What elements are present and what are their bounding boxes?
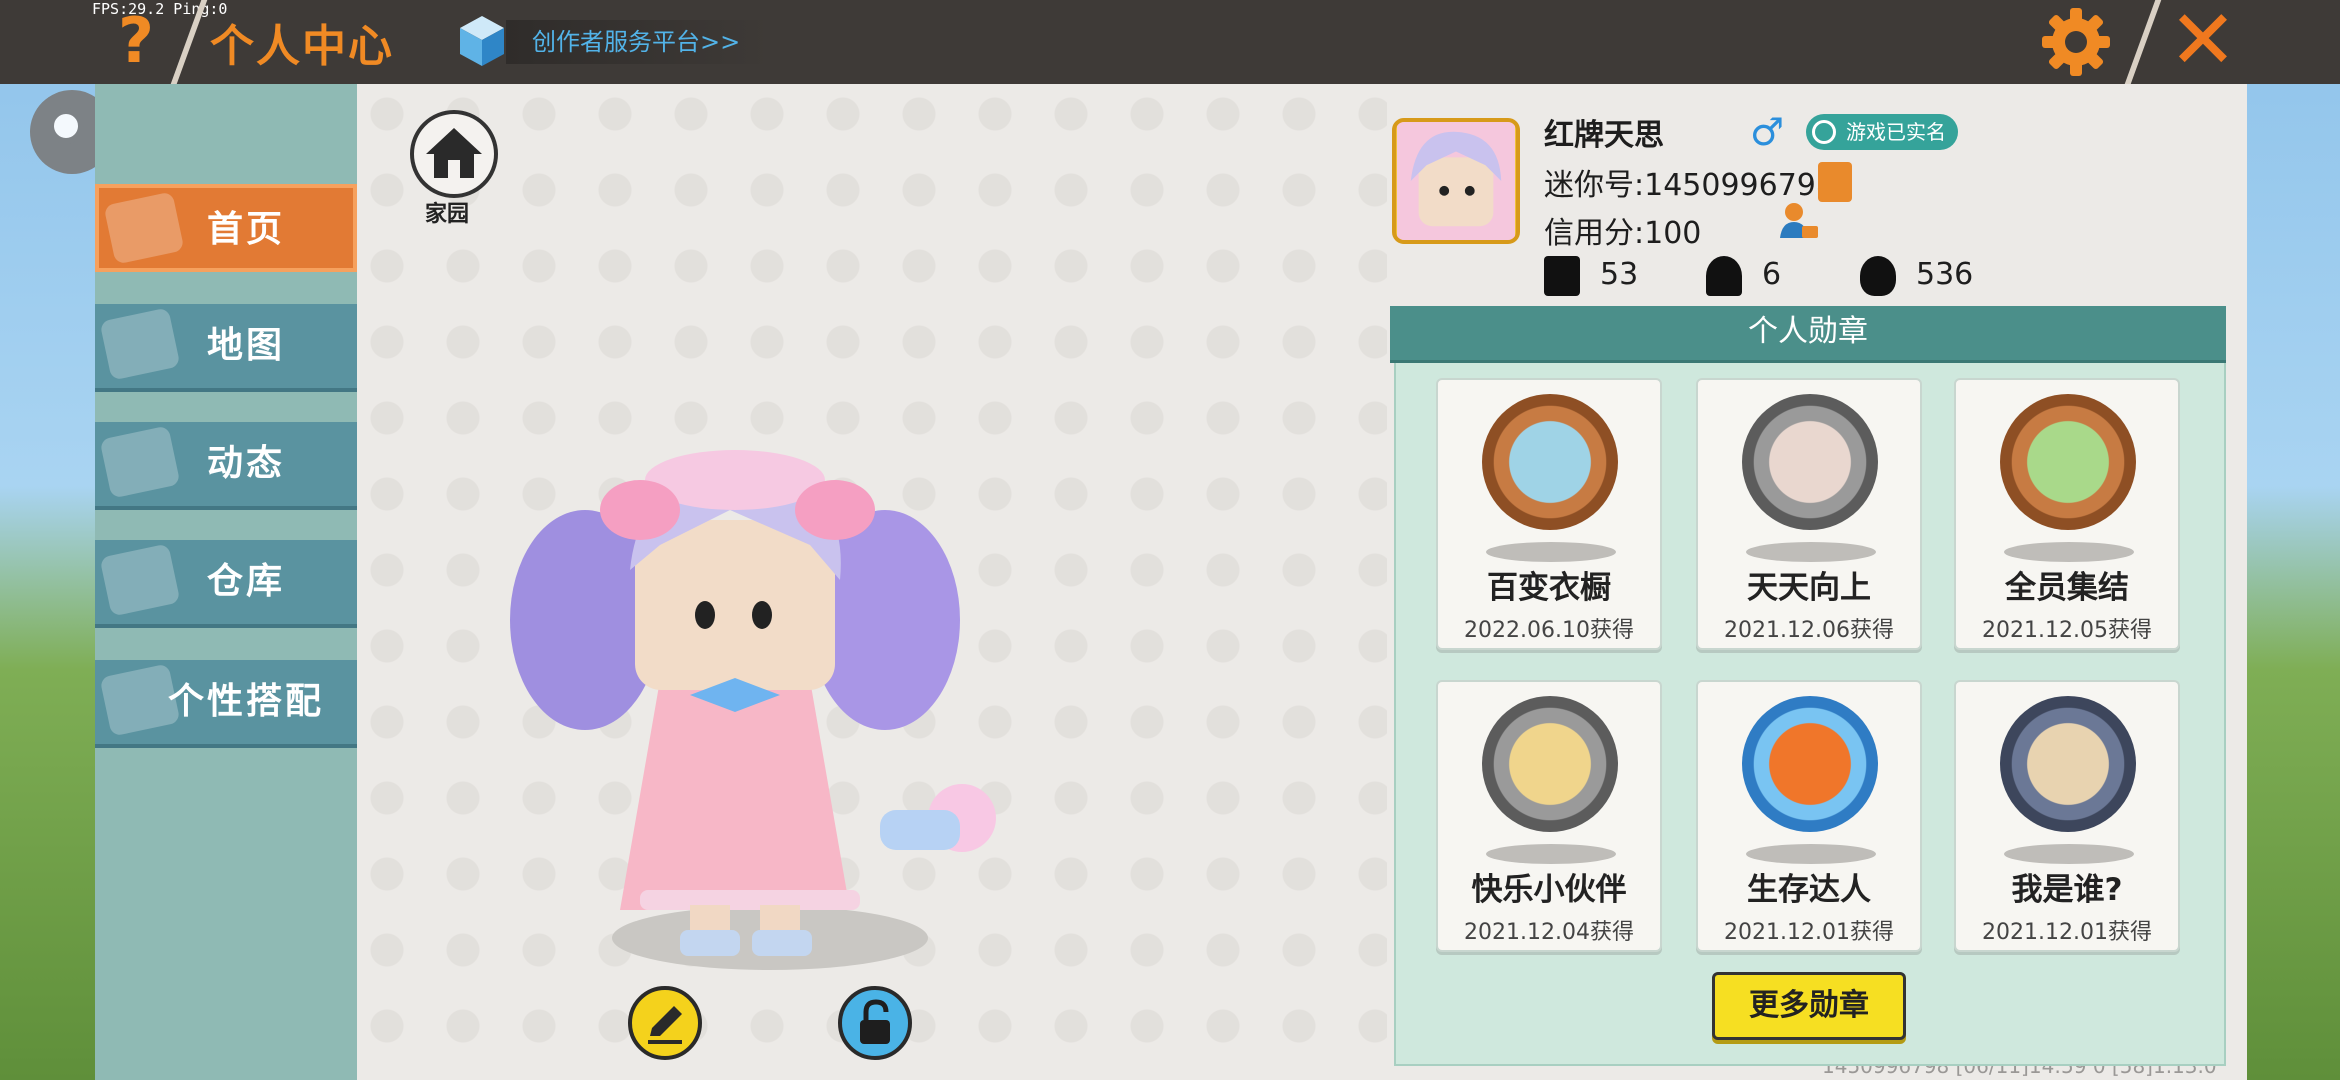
credit-score: 信用分:100 <box>1544 216 1702 251</box>
profile-name: 红牌天思 <box>1544 118 1664 153</box>
outfit-icon <box>99 663 181 737</box>
sidebar-item-home[interactable]: 首页 <box>95 184 357 272</box>
person-card-icon[interactable] <box>1778 200 1820 242</box>
medal-card[interactable]: 百变衣橱 2022.06.10获得 <box>1436 378 1662 650</box>
sidebar-item-label: 仓库 <box>206 561 285 602</box>
medal-card[interactable]: 生存达人 2021.12.01获得 <box>1696 680 1922 952</box>
medal-date: 2021.12.04获得 <box>1464 920 1634 945</box>
sidebar-item-label: 地图 <box>206 325 285 366</box>
avatar-character[interactable] <box>490 450 1010 970</box>
medal-shadow <box>2004 542 2134 562</box>
realname-badge: 游戏已实名 <box>1806 114 1958 150</box>
home-label: 家园 <box>425 202 470 227</box>
map-icon <box>99 307 181 381</box>
medal-date: 2021.12.05获得 <box>1982 618 2152 643</box>
medal-card[interactable]: 快乐小伙伴 2021.12.04获得 <box>1436 680 1662 952</box>
medal-shadow <box>2004 844 2134 864</box>
cube-icon <box>460 16 504 66</box>
profile-avatar[interactable] <box>1392 118 1520 244</box>
bookmark-plus-icon <box>1544 255 1580 296</box>
sidebar-item-label: 首页 <box>206 209 285 250</box>
lock-button[interactable] <box>838 986 912 1060</box>
medal-name: 生存达人 <box>1747 872 1871 908</box>
medal-card[interactable]: 我是谁? 2021.12.01获得 <box>1954 680 2180 952</box>
sidebar-item-feed[interactable]: 动态 <box>95 422 357 510</box>
wardrobe-medal-icon <box>1482 394 1618 530</box>
heat-count: 536 <box>1916 257 1974 292</box>
medal-card[interactable]: 天天向上 2021.12.06获得 <box>1696 378 1922 650</box>
medal-name: 百变衣橱 <box>1487 570 1611 606</box>
sidebar-item-label: 个性搭配 <box>167 681 324 722</box>
medal-shadow <box>1486 542 1616 562</box>
medal-shadow <box>1486 844 1616 864</box>
sidebar-item-storage[interactable]: 仓库 <box>95 540 357 628</box>
edit-button[interactable] <box>628 986 702 1060</box>
warehouse-icon <box>99 543 181 617</box>
close-x-icon[interactable]: ✕ <box>2168 0 2238 82</box>
male-icon: ♂ <box>1750 110 1785 154</box>
medal-date: 2021.12.06获得 <box>1724 618 1894 643</box>
medal-name: 我是谁? <box>2011 872 2123 908</box>
heat-stat: 536 <box>1860 252 1973 298</box>
copy-icon[interactable] <box>1818 162 1852 202</box>
sidebar-item-outfit[interactable]: 个性搭配 <box>95 660 357 748</box>
medal-date: 2021.12.01获得 <box>1982 920 2152 945</box>
more-medals-button[interactable]: 更多勋章 <box>1712 972 1906 1040</box>
bell-icon <box>99 425 181 499</box>
likes-count: 53 <box>1600 257 1639 292</box>
fans-stat: 6 <box>1706 252 1781 298</box>
medal-panel-title: 个人勋章 <box>1390 306 2226 363</box>
medal-shadow <box>1746 844 1876 864</box>
id-card-medal-icon <box>2000 696 2136 832</box>
sidebar-item-map[interactable]: 地图 <box>95 304 357 392</box>
unlock-icon <box>860 999 890 1044</box>
house-icon <box>103 191 185 265</box>
sidebar-item-label: 动态 <box>206 443 285 484</box>
avatar-portrait <box>1397 122 1515 240</box>
calendar-medal-icon <box>1742 394 1878 530</box>
team-medal-icon <box>2000 394 2136 530</box>
flame-icon <box>1860 255 1896 296</box>
fans-count: 6 <box>1762 257 1782 292</box>
home-button[interactable] <box>410 110 498 198</box>
medal-name: 天天向上 <box>1747 570 1871 606</box>
gear-icon[interactable] <box>2040 6 2112 78</box>
likes-stat: 53 <box>1544 252 1638 298</box>
friends-medal-icon <box>1482 696 1618 832</box>
medal-date: 2022.06.10获得 <box>1464 618 1634 643</box>
campfire-medal-icon <box>1742 696 1878 832</box>
page-title: 个人中心 <box>210 21 394 72</box>
medal-name: 全员集结 <box>2005 570 2129 606</box>
medal-name: 快乐小伙伴 <box>1471 872 1627 908</box>
medal-card[interactable]: 全员集结 2021.12.05获得 <box>1954 378 2180 650</box>
creator-platform-link[interactable]: 创作者服务平台>> <box>506 20 771 64</box>
medal-shadow <box>1746 542 1876 562</box>
fps-readout: FPS:29.2 Ping:0 <box>92 0 228 18</box>
pencil-icon <box>648 1006 682 1044</box>
mini-id: 迷你号:1450996798 <box>1544 168 1835 203</box>
question-mark-icon[interactable]: ? <box>118 8 158 74</box>
medal-date: 2021.12.01获得 <box>1724 920 1894 945</box>
house-icon <box>426 128 482 178</box>
fans-icon <box>1706 255 1742 296</box>
